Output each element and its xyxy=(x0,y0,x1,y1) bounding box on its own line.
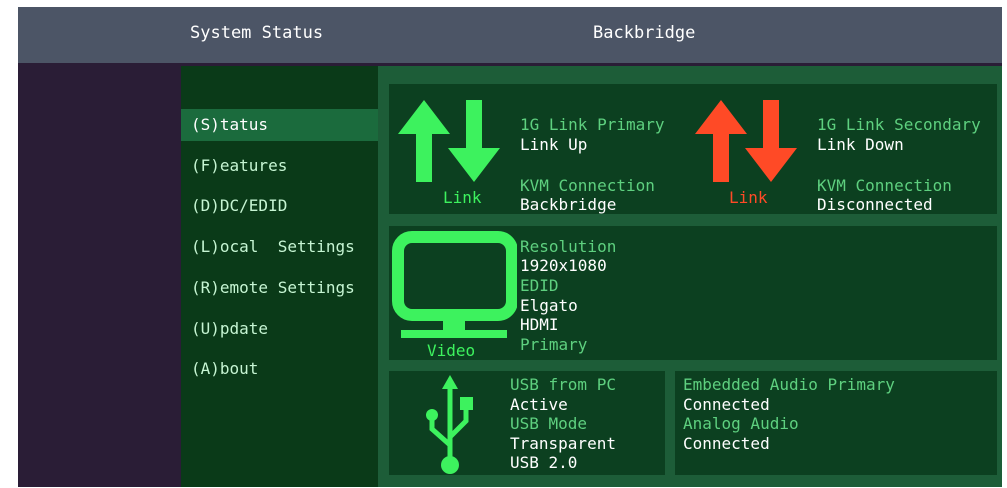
resolution-label: Resolution xyxy=(520,237,617,256)
embedded-audio-value: Connected xyxy=(683,395,770,414)
usb-version-value: USB 2.0 xyxy=(510,453,578,472)
usb-panel: USB from PC Active USB Mode Transparent … xyxy=(389,371,665,475)
usb-from-pc-label: USB from PC xyxy=(510,375,616,394)
link-up-down-arrows-icon xyxy=(695,100,797,182)
edid-value-interface: HDMI xyxy=(520,315,559,334)
usb-mode-label: USB Mode xyxy=(510,414,588,433)
sidebar-menu: (S)tatus (F)eatures (D)DC/EDID (L)ocal S… xyxy=(181,66,378,487)
status-content-area: Link 1G Link Primary Link Up KVM Connect… xyxy=(378,66,1002,487)
kvm-secondary-label: KVM Connection xyxy=(817,176,952,195)
link-up-down-arrows-icon xyxy=(398,100,500,182)
video-panel: Video Resolution 1920x1080 EDID Elgato H… xyxy=(389,226,997,360)
header-title-system-status: System Status xyxy=(190,23,324,43)
analog-audio-label: Analog Audio xyxy=(683,414,799,433)
audio-panel: Embedded Audio Primary Connected Analog … xyxy=(675,371,997,475)
usb-icon xyxy=(426,375,473,474)
resolution-value: 1920x1080 xyxy=(520,256,607,275)
header-title-device-name: Backbridge xyxy=(593,23,696,43)
menu-item-local-settings[interactable]: (L)ocal Settings xyxy=(181,231,378,263)
menu-item-update[interactable]: (U)pdate xyxy=(181,313,378,345)
kvm-secondary-value: Disconnected xyxy=(817,195,933,214)
menu-item-features[interactable]: (F)eatures xyxy=(181,150,378,182)
header-bar: System Status Backbridge xyxy=(18,7,1002,63)
edid-label: EDID xyxy=(520,276,559,295)
kvm-primary-value: Backbridge xyxy=(520,195,617,214)
link-primary-caption: Link xyxy=(443,188,482,207)
menu-item-remote-settings[interactable]: (R)emote Settings xyxy=(181,272,378,304)
embedded-audio-label: Embedded Audio Primary xyxy=(683,375,895,394)
kvm-status-screen: System Status Backbridge (S)tatus (F)eat… xyxy=(18,7,1002,487)
usb-mode-value: Transparent xyxy=(510,434,616,453)
link-primary-label: 1G Link Primary xyxy=(520,115,665,134)
link-secondary-label: 1G Link Secondary xyxy=(817,115,981,134)
link-primary-value: Link Up xyxy=(520,135,588,154)
menu-item-about[interactable]: (A)bout xyxy=(181,353,378,385)
usb-from-pc-value: Active xyxy=(510,395,568,414)
analog-audio-value: Connected xyxy=(683,434,770,453)
link-secondary-caption: Link xyxy=(729,188,768,207)
link-panel: Link 1G Link Primary Link Up KVM Connect… xyxy=(389,84,997,214)
link-secondary-value: Link Down xyxy=(817,135,904,154)
monitor-icon xyxy=(392,231,517,338)
edid-value-source: Primary xyxy=(520,335,588,354)
edid-value-vendor: Elgato xyxy=(520,296,578,315)
menu-item-status[interactable]: (S)tatus xyxy=(181,109,378,141)
video-caption: Video xyxy=(427,341,476,360)
kvm-primary-label: KVM Connection xyxy=(520,176,655,195)
menu-item-ddc-edid[interactable]: (D)DC/EDID xyxy=(181,190,378,222)
